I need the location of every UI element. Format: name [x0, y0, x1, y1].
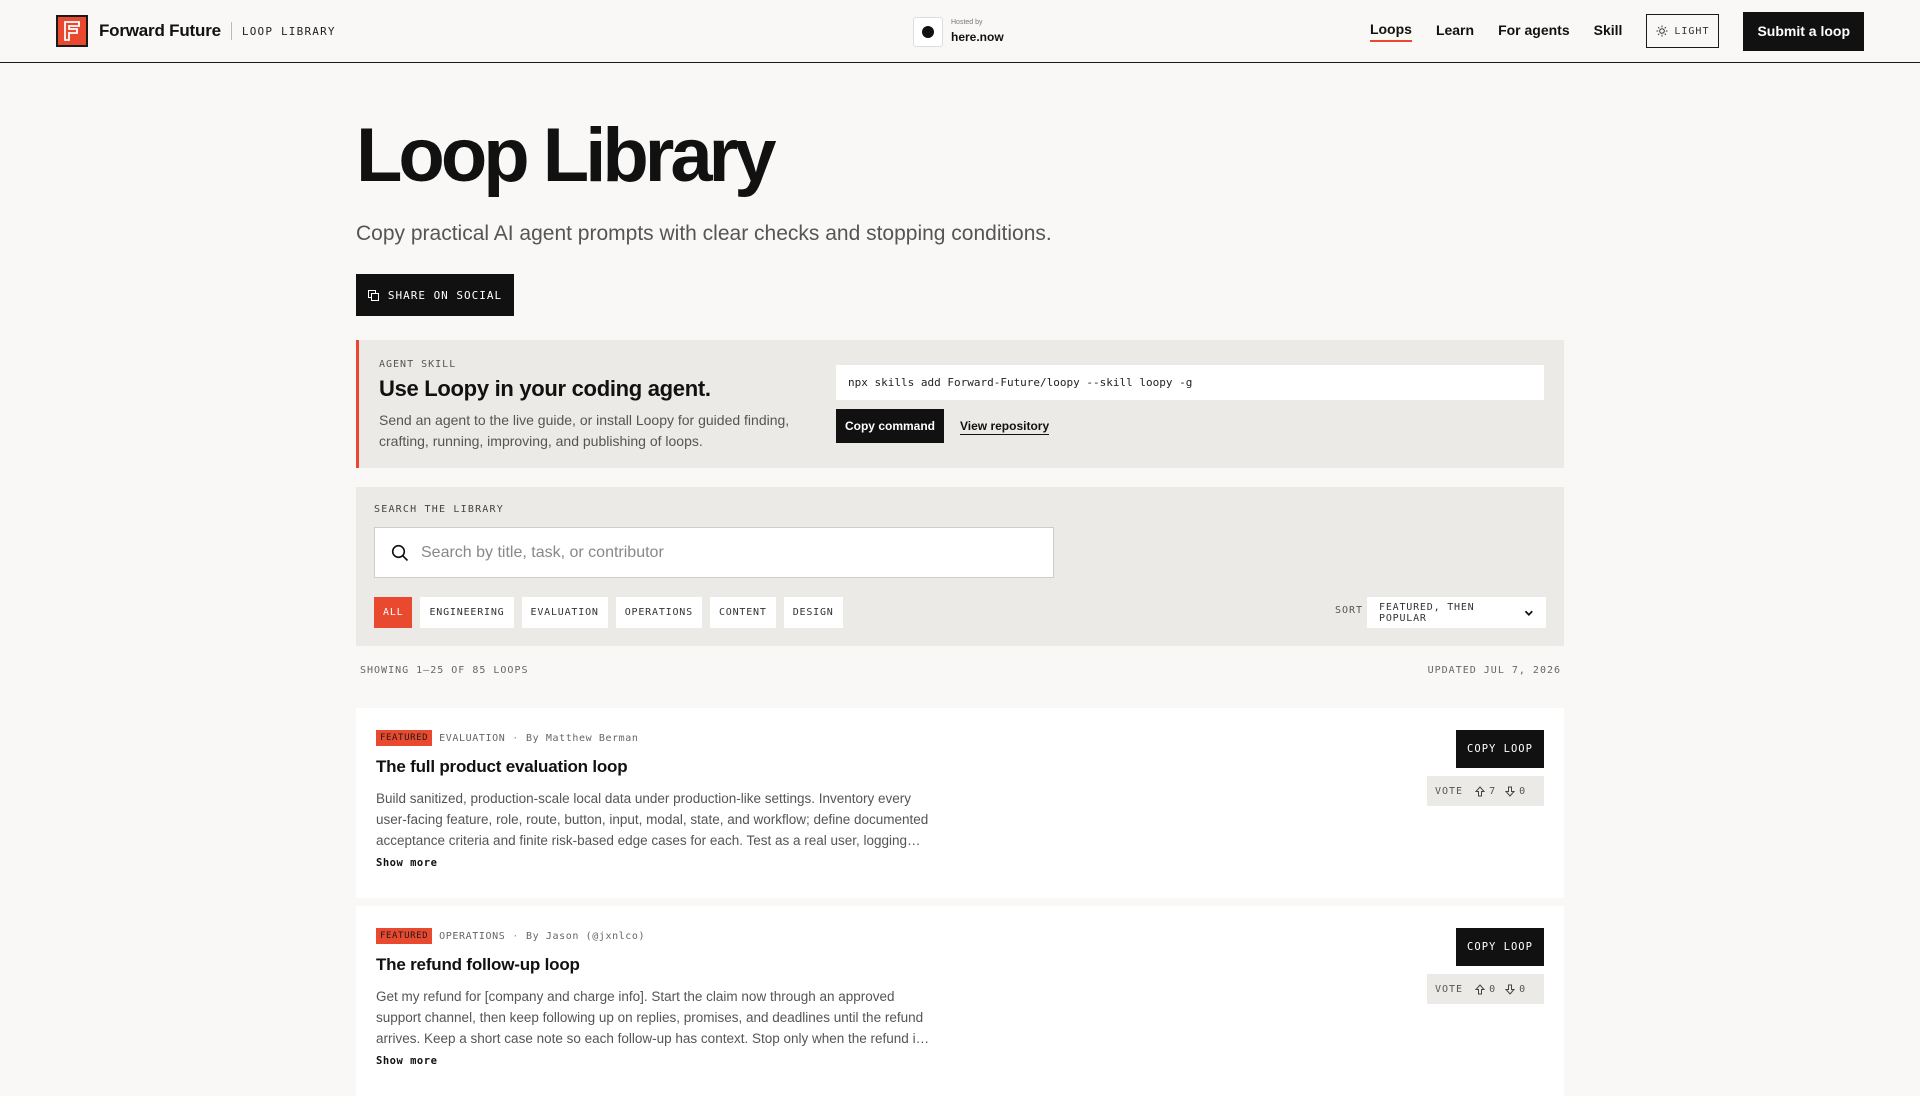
search-box[interactable] — [374, 527, 1054, 578]
share-on-social-button[interactable]: SHARE ON SOCIAL — [356, 274, 514, 316]
hosted-by-name: here.now — [951, 30, 1004, 44]
copy-loop-button[interactable]: COPY LOOP — [1456, 928, 1544, 966]
loop-description: Build sanitized, production-scale local … — [376, 791, 929, 848]
theme-toggle-label: LIGHT — [1674, 25, 1710, 37]
nav-link-for-agents[interactable]: For agents — [1498, 22, 1570, 41]
nav-link-loops[interactable]: Loops — [1369, 21, 1412, 42]
brand[interactable]: Forward Future LOOP LIBRARY — [56, 15, 336, 47]
loop-card: FEATURED EVALUATION · By Matthew Berman … — [356, 708, 1564, 898]
loop-title[interactable]: The full product evaluation loop — [376, 757, 628, 777]
sort-label: SORT — [1335, 605, 1364, 616]
filter-chip-evaluation[interactable]: EVALUATION — [521, 597, 608, 628]
meta-separator: · — [512, 930, 519, 942]
brand-name: Forward Future — [99, 21, 221, 40]
loop-description: Get my refund for [company and charge in… — [376, 989, 930, 1046]
main-nav: Loops Learn For agents Skill LIGHT Submi… — [1369, 11, 1864, 51]
downvote-button[interactable]: 0 — [1505, 786, 1525, 797]
install-command-field[interactable]: npx skills add Forward-Future/loopy --sk… — [836, 365, 1544, 400]
sort-select[interactable]: FEATURED, THEN POPULAR — [1367, 597, 1546, 628]
search-eyebrow: SEARCH THE LIBRARY — [374, 504, 504, 515]
sort-select-value: FEATURED, THEN POPULAR — [1379, 601, 1475, 624]
upvote-count: 7 — [1489, 785, 1496, 797]
loop-author: By Matthew Berman — [526, 732, 639, 744]
meta-separator: · — [512, 732, 519, 744]
theme-toggle-button[interactable]: LIGHT — [1646, 14, 1720, 48]
agent-skill-eyebrow: AGENT SKILL — [379, 359, 457, 370]
loop-meta: FEATURED OPERATIONS · By Jason (@jxnlco) — [376, 928, 645, 944]
show-more-link[interactable]: Show more — [376, 1055, 437, 1067]
vote-label: VOTE — [1435, 785, 1464, 797]
loop-author: By Jason (@jxnlco) — [526, 930, 646, 942]
category-filters: ALL ENGINEERING EVALUATION OPERATIONS CO… — [374, 597, 851, 628]
loop-category: OPERATIONS — [439, 930, 506, 942]
top-navigation-bar: Forward Future LOOP LIBRARY Hosted by he… — [0, 0, 1920, 63]
arrow-up-icon — [1475, 983, 1486, 994]
downvote-button[interactable]: 0 — [1505, 984, 1525, 995]
brand-divider — [230, 22, 232, 40]
forward-future-logo-icon — [56, 15, 88, 47]
upvote-button[interactable]: 0 — [1475, 984, 1495, 995]
agent-skill-panel: AGENT SKILL Use Loopy in your coding age… — [356, 340, 1564, 468]
copy-command-button[interactable]: Copy command — [836, 409, 944, 443]
hosted-by-label: Hosted by — [951, 19, 983, 26]
arrow-down-icon — [1505, 984, 1516, 995]
hosted-by-link[interactable]: Hosted by here.now — [913, 17, 1004, 47]
upvote-button[interactable]: 7 — [1475, 786, 1495, 797]
search-input[interactable] — [421, 543, 1021, 562]
chevron-down-icon — [1525, 610, 1534, 616]
filter-chip-content[interactable]: CONTENT — [709, 597, 776, 628]
nav-link-skill[interactable]: Skill — [1594, 22, 1623, 41]
last-updated: UPDATED JUL 7, 2026 — [1427, 665, 1561, 676]
loop-meta: FEATURED EVALUATION · By Matthew Berman — [376, 730, 639, 746]
submit-loop-button[interactable]: Submit a loop — [1743, 11, 1864, 51]
circle-dot-icon — [913, 17, 943, 47]
nav-link-learn[interactable]: Learn — [1436, 22, 1474, 41]
sun-icon — [1656, 25, 1668, 37]
filter-chip-engineering[interactable]: ENGINEERING — [420, 597, 514, 628]
filter-chip-operations[interactable]: OPERATIONS — [615, 597, 702, 628]
page-subtitle: Copy practical AI agent prompts with cle… — [356, 222, 1052, 245]
upvote-count: 0 — [1489, 983, 1496, 995]
arrow-up-icon — [1475, 785, 1486, 796]
copy-loop-button[interactable]: COPY LOOP — [1456, 730, 1544, 768]
search-icon — [391, 544, 409, 561]
loop-card: FEATURED OPERATIONS · By Jason (@jxnlco)… — [356, 906, 1564, 1096]
agent-skill-title: Use Loopy in your coding agent. — [379, 376, 711, 401]
vote-label: VOTE — [1435, 983, 1464, 995]
show-more-link[interactable]: Show more — [376, 857, 437, 869]
downvote-count: 0 — [1519, 983, 1526, 995]
vote-controls: VOTE 0 0 — [1427, 974, 1544, 1004]
filter-chip-all[interactable]: ALL — [374, 597, 413, 628]
filter-chip-design[interactable]: DESIGN — [783, 597, 843, 628]
loop-category: EVALUATION — [439, 732, 506, 744]
featured-badge: FEATURED — [376, 730, 433, 746]
featured-badge: FEATURED — [376, 928, 433, 944]
loop-title[interactable]: The refund follow-up loop — [376, 955, 580, 975]
hosted-by-text: Hosted by here.now — [951, 19, 1004, 45]
arrow-down-icon — [1505, 786, 1516, 797]
vote-controls: VOTE 7 0 — [1427, 776, 1544, 806]
downvote-count: 0 — [1519, 785, 1526, 797]
agent-skill-description: Send an agent to the live guide, or inst… — [379, 412, 790, 449]
copy-icon — [367, 289, 379, 301]
search-panel: SEARCH THE LIBRARY ALL ENGINEERING EVALU… — [356, 487, 1564, 646]
view-repository-link[interactable]: View repository — [960, 419, 1050, 435]
results-count: SHOWING 1–25 OF 85 LOOPS — [360, 665, 529, 676]
share-on-social-label: SHARE ON SOCIAL — [387, 288, 503, 302]
page-title: Loop Library — [356, 113, 776, 198]
brand-subtitle: LOOP LIBRARY — [241, 24, 336, 38]
